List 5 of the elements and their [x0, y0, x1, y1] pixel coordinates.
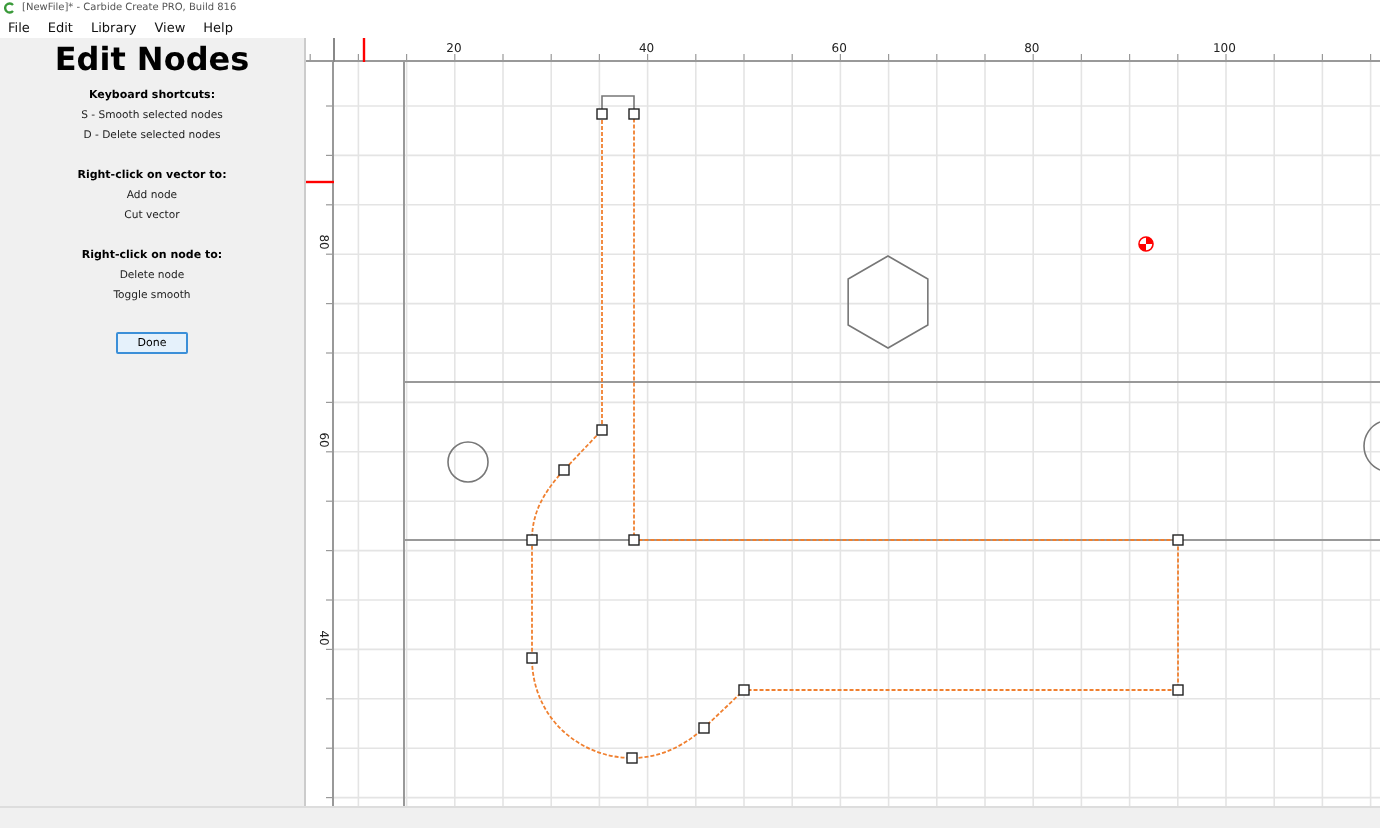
origin-marker-icon — [1138, 236, 1154, 253]
panel-title: Edit Nodes — [54, 40, 250, 79]
hexagon-shape[interactable] — [847, 255, 929, 350]
app-logo-icon — [4, 2, 16, 15]
circle-shape[interactable] — [447, 441, 489, 484]
